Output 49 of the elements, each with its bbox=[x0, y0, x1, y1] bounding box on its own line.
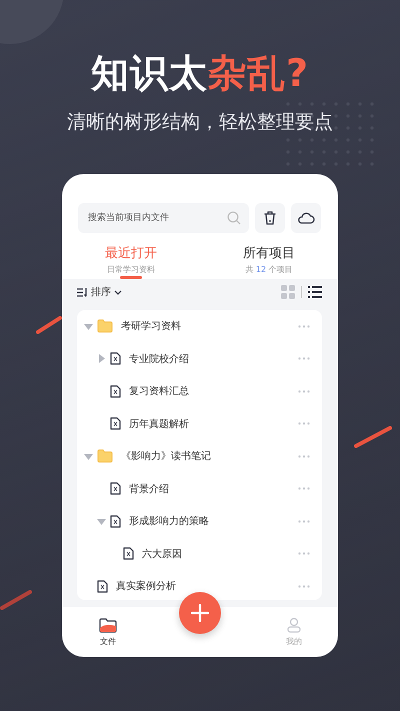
tree-item-label[interactable]: 复习资料汇总 bbox=[129, 384, 189, 398]
person-icon bbox=[286, 617, 302, 633]
more-icon[interactable] bbox=[298, 357, 310, 360]
search-icon bbox=[227, 211, 241, 225]
tree-item-label[interactable]: 形成影响力的策略 bbox=[129, 514, 209, 528]
tab[interactable]: 所有项目 共 12 个项目 bbox=[200, 244, 338, 279]
cloud-button[interactable] bbox=[291, 203, 321, 233]
tree-item-label[interactable]: 背景介绍 bbox=[129, 482, 169, 496]
more-icon[interactable] bbox=[298, 422, 310, 426]
more-icon[interactable] bbox=[298, 454, 310, 458]
trash-button[interactable] bbox=[255, 203, 285, 233]
more-icon[interactable] bbox=[298, 487, 310, 490]
more-icon[interactable] bbox=[298, 390, 310, 393]
more-icon[interactable] bbox=[298, 584, 310, 588]
tree-item-label[interactable]: 历年真题解析 bbox=[129, 416, 189, 431]
sort-icon bbox=[77, 288, 88, 296]
document-icon bbox=[110, 352, 121, 366]
cloud-icon bbox=[297, 212, 315, 224]
stripe-decoration bbox=[354, 426, 392, 448]
tree-item-label[interactable]: 考研学习资料 bbox=[121, 319, 181, 334]
tree-item-label[interactable]: 真实案例分析 bbox=[116, 579, 176, 594]
search-field[interactable]: 搜索当前项目内文件 bbox=[78, 203, 249, 233]
sort-button[interactable]: 排序 bbox=[77, 285, 122, 299]
plus-icon bbox=[191, 604, 209, 622]
more-icon[interactable] bbox=[298, 520, 310, 523]
document-icon bbox=[110, 514, 121, 528]
tree-item-label[interactable]: 《影响力》读书笔记 bbox=[121, 449, 211, 464]
document-icon bbox=[123, 547, 134, 560]
document-icon bbox=[110, 384, 121, 398]
subheadline: 清晰的树形结构，轻松整理要点 bbox=[67, 110, 333, 135]
more-icon[interactable] bbox=[298, 324, 310, 328]
document-icon bbox=[110, 417, 121, 430]
tree-item-label[interactable]: 六大原因 bbox=[142, 546, 182, 561]
nav-tab[interactable]: 文件 bbox=[99, 618, 117, 646]
document-icon bbox=[97, 580, 108, 593]
folder-icon bbox=[97, 319, 113, 334]
more-icon[interactable] bbox=[298, 552, 310, 556]
chevron-down-icon bbox=[114, 290, 122, 294]
stripe-decoration bbox=[36, 316, 62, 334]
document-icon bbox=[110, 482, 121, 496]
trash-icon bbox=[264, 211, 276, 225]
folder-icon bbox=[97, 449, 113, 464]
stripe-decoration bbox=[0, 590, 32, 610]
tree-item-label[interactable]: 专业院校介绍 bbox=[129, 352, 189, 366]
folder-icon bbox=[99, 618, 117, 632]
grid-view-icon[interactable] bbox=[281, 285, 295, 299]
headline: 知识太杂乱? bbox=[90, 50, 310, 97]
add-button[interactable] bbox=[179, 592, 221, 634]
list-view-icon[interactable] bbox=[308, 285, 322, 299]
